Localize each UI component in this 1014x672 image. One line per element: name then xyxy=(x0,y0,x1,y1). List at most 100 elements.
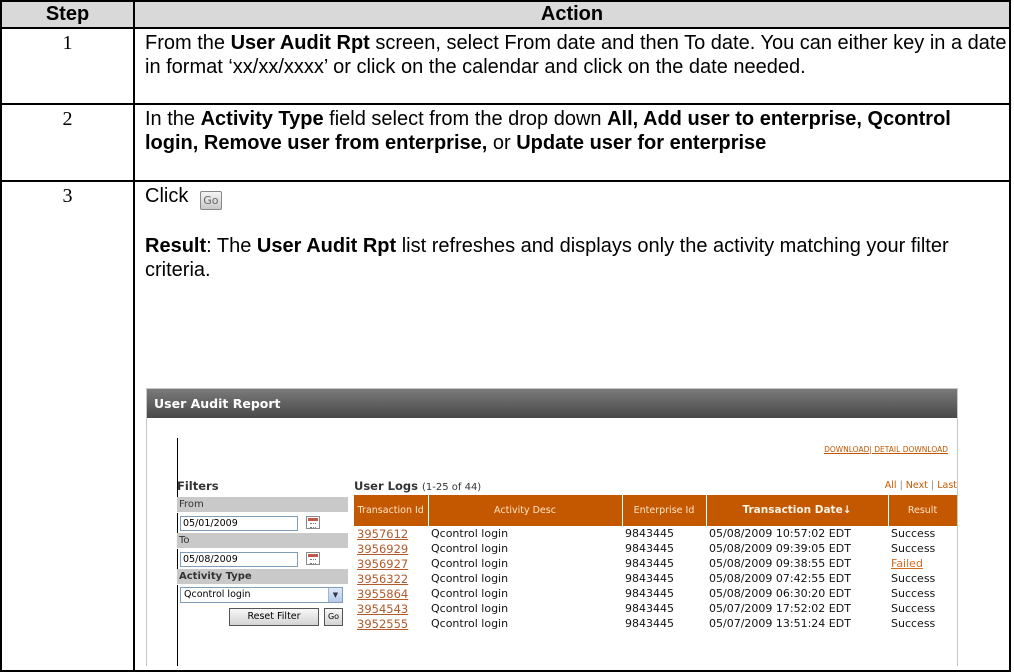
action-text: field select from the drop down xyxy=(323,108,608,130)
transaction-id-link[interactable]: 3957612 xyxy=(354,526,428,541)
transaction-id-link[interactable]: 3954543 xyxy=(354,601,428,616)
download-separator: | xyxy=(869,445,872,454)
page-next-link[interactable]: Next xyxy=(906,480,928,491)
enterprise-id-cell: 9843445 xyxy=(625,616,674,630)
transaction-id-link[interactable]: 3956927 xyxy=(354,556,428,571)
report-title-bar: User Audit Report xyxy=(147,389,957,418)
result-cell: Success xyxy=(891,541,936,555)
table-row: 3956929 Qcontrol login 9843445 05/08/2009 0… xyxy=(354,541,957,556)
activity-desc-header[interactable]: Activity Desc xyxy=(428,495,623,526)
user-logs-table: Transaction Id Activity Desc Enterprise … xyxy=(354,495,957,631)
step-column-header: Step xyxy=(0,0,135,29)
transaction-date-cell: 05/07/2009 13:51:24 EDT xyxy=(709,616,851,630)
pagination-separator: | xyxy=(899,480,903,491)
user-logs-panel: User Logs (1-25 of 44) All | Next | Last… xyxy=(354,476,957,631)
enterprise-id-cell: 9843445 xyxy=(625,526,674,540)
table-row: 3954543 Qcontrol login 9843445 05/07/2009 1… xyxy=(354,601,957,616)
user-logs-header: User Logs (1-25 of 44) All | Next | Last xyxy=(354,476,957,495)
activity-desc-cell: Qcontrol login xyxy=(431,526,509,540)
from-date-input[interactable]: 05/01/2009 xyxy=(180,516,298,531)
activity-type-select[interactable]: Qcontrol login ▼ xyxy=(180,587,343,603)
transaction-id-link[interactable]: 3956322 xyxy=(354,571,428,586)
activity-desc-cell: Qcontrol login xyxy=(431,616,509,630)
transaction-id-link[interactable]: 3952555 xyxy=(354,616,428,631)
to-date-input[interactable]: 05/08/2009 xyxy=(180,552,298,567)
transaction-date-cell: 05/08/2009 07:42:55 EDT xyxy=(709,571,851,585)
result-cell[interactable]: Failed xyxy=(888,556,957,571)
from-row: 05/01/2009 xyxy=(177,513,348,533)
page-last-link[interactable]: Last xyxy=(937,480,957,491)
step-row-1: 1 From the User Audit Rpt screen, select… xyxy=(0,27,1011,105)
enterprise-id-cell: 9843445 xyxy=(625,571,674,585)
grid-header-row: Transaction Id Activity Desc Enterprise … xyxy=(354,495,957,526)
transaction-date-cell: 05/08/2009 09:39:05 EDT xyxy=(709,541,851,555)
action-column-header: Action xyxy=(133,0,1011,29)
user-logs-count: (1-25 of 44) xyxy=(421,482,482,493)
chevron-down-icon[interactable]: ▼ xyxy=(328,588,342,602)
user-audit-report-screenshot: User Audit Report DOWNLOAD| DETAIL DOWNL… xyxy=(146,388,958,666)
go-button-icon: Go xyxy=(199,191,222,210)
transaction-id-header[interactable]: Transaction Id xyxy=(354,495,429,526)
result-header[interactable]: Result xyxy=(888,495,957,526)
enterprise-id-cell: 9843445 xyxy=(625,556,674,570)
download-links: DOWNLOAD| DETAIL DOWNLOAD xyxy=(824,445,948,454)
transaction-date-header-label: Transaction Date xyxy=(742,504,843,516)
result-cell: Success xyxy=(891,586,936,600)
activity-desc-cell: Qcontrol login xyxy=(431,586,509,600)
table-row: 3956927 Qcontrol login 9843445 05/08/2009 0… xyxy=(354,556,957,571)
activity-type-label: Activity Type xyxy=(177,569,348,585)
click-text: Click xyxy=(145,185,194,207)
table-row: 3955864 Qcontrol login 9843445 05/08/2009 0… xyxy=(354,586,957,601)
activity-desc-cell: Qcontrol login xyxy=(431,571,509,585)
activity-desc-cell: Qcontrol login xyxy=(431,601,509,615)
grid-body: 3957612 Qcontrol login 9843445 05/08/2009 1… xyxy=(354,526,957,631)
click-line: Click Go xyxy=(145,184,1009,212)
action-text: In the xyxy=(145,108,201,130)
table-row: 3956322 Qcontrol login 9843445 05/08/2009 0… xyxy=(354,571,957,586)
result-cell: Success xyxy=(891,571,936,585)
page-all-link[interactable]: All xyxy=(885,480,897,491)
user-logs-title-text: User Logs xyxy=(354,479,418,493)
step-row-2: 2 In the Activity Type field select from… xyxy=(0,103,1011,182)
enterprise-id-header[interactable]: Enterprise Id xyxy=(622,495,707,526)
action-text: or xyxy=(487,132,517,154)
result-cell: Success xyxy=(891,526,936,540)
to-label: To xyxy=(177,533,348,549)
result-cell: Success xyxy=(891,616,936,630)
sort-arrow-icon: ↓ xyxy=(842,504,852,516)
calendar-icon[interactable] xyxy=(306,516,320,529)
step-number: 3 xyxy=(0,180,135,672)
transaction-date-cell: 05/08/2009 10:57:02 EDT xyxy=(709,526,851,540)
user-logs-title: User Logs (1-25 of 44) xyxy=(354,479,481,493)
action-bold-text: Update user for enterprise xyxy=(516,132,767,154)
detail-download-link[interactable]: DETAIL DOWNLOAD xyxy=(874,445,948,454)
result-text: Result: The User Audit Rpt list refreshe… xyxy=(145,234,1009,282)
result-cell: Success xyxy=(891,601,936,615)
step-action: From the User Audit Rpt screen, select F… xyxy=(133,27,1011,105)
step-number: 2 xyxy=(0,103,135,182)
transaction-id-link[interactable]: 3956929 xyxy=(354,541,428,556)
calendar-icon[interactable] xyxy=(306,552,320,565)
activity-desc-cell: Qcontrol login xyxy=(431,541,509,555)
pagination-separator: | xyxy=(930,480,935,491)
go-button[interactable]: Go xyxy=(324,608,343,626)
transaction-date-cell: 05/08/2009 09:38:55 EDT xyxy=(709,556,851,570)
activity-desc-cell: Qcontrol login xyxy=(431,556,509,570)
result-text-a: : The xyxy=(206,235,257,257)
action-text: From the xyxy=(145,32,231,54)
step-action: In the Activity Type field select from t… xyxy=(133,103,1011,182)
table-header-row: Step Action xyxy=(0,0,1011,29)
filters-panel: Filters From 05/01/2009 To 05/08/2009 Ac… xyxy=(177,476,348,629)
activity-type-value: Qcontrol login xyxy=(184,589,251,600)
action-bold-text: User Audit Rpt xyxy=(230,32,370,54)
reset-filter-button[interactable]: Reset Filter xyxy=(229,608,319,626)
result-label: Result xyxy=(145,235,207,257)
enterprise-id-cell: 9843445 xyxy=(625,586,674,600)
transaction-id-link[interactable]: 3955864 xyxy=(354,586,428,601)
transaction-date-header[interactable]: Transaction Date↓ xyxy=(706,495,889,526)
download-link[interactable]: DOWNLOAD xyxy=(824,445,869,454)
filters-title: Filters xyxy=(177,479,219,493)
enterprise-id-cell: 9843445 xyxy=(625,601,674,615)
from-label: From xyxy=(177,497,348,513)
transaction-date-cell: 05/07/2009 17:52:02 EDT xyxy=(709,601,851,615)
